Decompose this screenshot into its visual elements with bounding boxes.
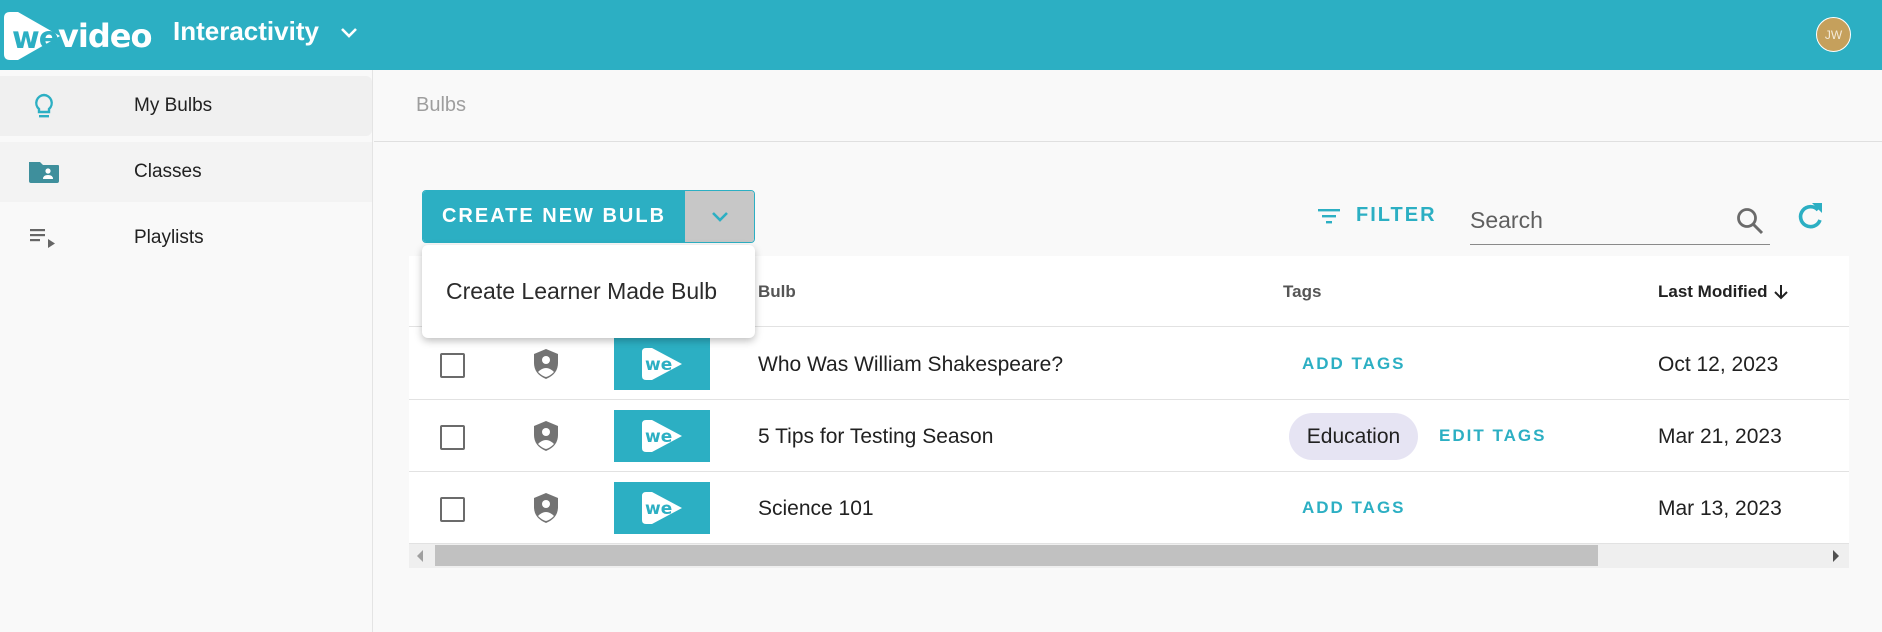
bulb-thumbnail[interactable]: we	[614, 410, 710, 462]
tag-chip: Education	[1289, 413, 1418, 460]
sidebar: My Bulbs Classes Playlists	[0, 70, 373, 632]
create-new-bulb-split-button: CREATE NEW BULB	[422, 190, 755, 243]
lightbulb-icon	[35, 93, 53, 118]
sidebar-item-label: My Bulbs	[134, 95, 213, 116]
table-row[interactable]: we Science 101 ADD TAGS Mar 13, 2023	[409, 472, 1849, 544]
column-header-last-modified[interactable]: Last Modified	[1658, 282, 1790, 302]
arrow-down-icon	[1773, 285, 1788, 300]
sidebar-item-label: Playlists	[134, 227, 204, 248]
breadcrumb: Bulbs	[416, 94, 467, 116]
column-header-label: Last Modified	[1658, 282, 1768, 301]
search-icon[interactable]	[1734, 205, 1766, 237]
table-row[interactable]: we Who Was William Shakespeare? ADD TAGS…	[409, 328, 1849, 400]
last-modified-date: Mar 21, 2023	[1658, 425, 1782, 448]
logo-we-text: we	[12, 21, 59, 56]
menu-item-create-learner-made-bulb[interactable]: Create Learner Made Bulb	[446, 278, 717, 305]
search-input[interactable]	[1470, 203, 1720, 237]
last-modified-date: Oct 12, 2023	[1658, 353, 1779, 376]
shield-person-icon	[534, 421, 558, 451]
folder-shared-icon	[29, 162, 59, 183]
create-new-bulb-button[interactable]: CREATE NEW BULB	[423, 191, 685, 242]
row-checkbox[interactable]	[440, 497, 465, 522]
horizontal-scrollbar[interactable]	[409, 544, 1849, 568]
bulb-thumbnail[interactable]: we	[614, 338, 710, 390]
playlist-play-icon	[30, 229, 55, 248]
create-options-menu: Create Learner Made Bulb	[422, 245, 755, 338]
header-divider	[374, 141, 1882, 142]
row-checkbox[interactable]	[440, 425, 465, 450]
sidebar-item-label: Classes	[134, 161, 202, 182]
column-header-tags[interactable]: Tags	[1283, 282, 1321, 302]
filter-button[interactable]: FILTER	[1318, 204, 1437, 227]
add-tags-button[interactable]: ADD TAGS	[1302, 498, 1406, 518]
top-app-bar: we video Interactivity JW	[0, 0, 1882, 70]
scrollbar-thumb[interactable]	[435, 545, 1598, 566]
user-avatar[interactable]: JW	[1816, 17, 1851, 52]
search-field	[1470, 203, 1770, 245]
create-options-dropdown-button[interactable]	[685, 191, 754, 242]
wevideo-logo-icon: we	[642, 492, 682, 524]
column-header-bulb[interactable]: Bulb	[758, 282, 796, 302]
bulb-thumbnail[interactable]: we	[614, 482, 710, 534]
bulb-title[interactable]: Science 101	[758, 497, 874, 521]
app-switcher[interactable]: Interactivity	[173, 16, 359, 47]
bulb-title[interactable]: Who Was William Shakespeare?	[758, 353, 1063, 377]
svg-text:we: we	[645, 427, 672, 447]
filter-label: FILTER	[1356, 204, 1437, 226]
wevideo-logo[interactable]: we video	[4, 10, 152, 62]
filter-list-icon	[1318, 208, 1340, 223]
logo-mark: we	[4, 10, 60, 62]
svg-text:we: we	[645, 499, 672, 519]
shield-person-icon	[534, 349, 558, 379]
svg-text:we: we	[645, 355, 672, 375]
sidebar-item-my-bulbs[interactable]: My Bulbs	[0, 76, 372, 136]
refresh-icon[interactable]	[1793, 200, 1827, 234]
logo-video-text: video	[58, 17, 152, 55]
scroll-right-arrow[interactable]	[1833, 550, 1839, 562]
row-checkbox[interactable]	[440, 353, 465, 378]
add-tags-button[interactable]: ADD TAGS	[1302, 354, 1406, 374]
edit-tags-button[interactable]: EDIT TAGS	[1439, 426, 1546, 446]
last-modified-date: Mar 13, 2023	[1658, 497, 1782, 520]
chevron-down-icon	[341, 27, 357, 38]
shield-person-icon	[534, 493, 558, 523]
table-row[interactable]: we 5 Tips for Testing Season Education E…	[409, 400, 1849, 472]
wevideo-logo-icon: we	[642, 420, 682, 452]
app-name: Interactivity	[173, 16, 319, 46]
wevideo-logo-icon: we	[642, 348, 682, 380]
chevron-down-icon	[711, 211, 728, 222]
bulb-title[interactable]: 5 Tips for Testing Season	[758, 425, 993, 449]
scroll-left-arrow[interactable]	[417, 550, 423, 562]
sidebar-item-classes[interactable]: Classes	[0, 142, 372, 202]
sidebar-item-playlists[interactable]: Playlists	[0, 208, 372, 268]
